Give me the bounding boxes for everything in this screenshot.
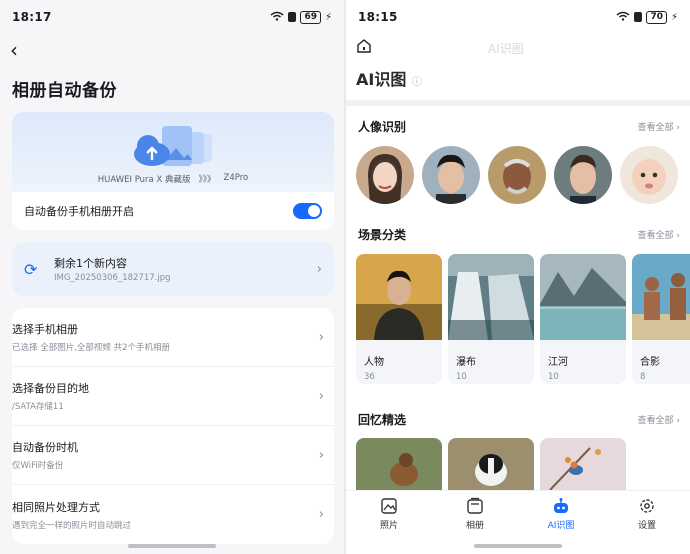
wifi-icon (616, 10, 630, 24)
scene-thumbnail (632, 254, 690, 340)
chevron-right-icon: › (318, 388, 324, 404)
person-avatar[interactable] (620, 146, 678, 204)
memory-card[interactable] (356, 438, 442, 490)
backup-timing-row[interactable]: 自动备份时机 仅WiFi时备份 › (12, 426, 334, 485)
wifi-icon (270, 10, 284, 24)
scenes-section-header: 场景分类 查看全部 › (358, 226, 680, 243)
scene-thumbnail (540, 254, 626, 340)
tab-settings[interactable]: 设置 (604, 491, 690, 554)
status-bar: 18:15 70 ⚡ (346, 0, 690, 34)
status-bar: 18:17 69 ⚡ (0, 0, 344, 34)
person-avatar[interactable] (488, 146, 546, 204)
scene-card-people[interactable]: 人物 36 (356, 254, 442, 384)
auto-backup-label: 自动备份手机相册开启 (24, 205, 134, 218)
scenes-see-all-link[interactable]: 查看全部 › (638, 228, 680, 241)
section-title: 人像识别 (358, 120, 407, 134)
chevron-right-icon: › (318, 507, 324, 522)
chevron-right-icon: › (316, 261, 322, 277)
ai-recognition-screen: 18:15 70 ⚡ AI识图 AI识图 ⓘ 人像识别 查看全部 › 场景分类 … (346, 0, 690, 554)
pending-sync-card[interactable]: ⟳ 剩余1个新内容 IMG_20250306_182717.jpg › (12, 242, 334, 296)
backup-destination-row[interactable]: 选择备份目的地/SATA存储11 › (12, 367, 334, 426)
home-icon[interactable] (356, 38, 372, 54)
charging-icon: ⚡ (670, 11, 678, 23)
back-button[interactable]: ‹ (10, 38, 18, 62)
scene-row: 人物 36 瀑布 10 江河 10 合影 8 (356, 254, 690, 384)
chevron-right-icon: › (318, 447, 324, 463)
pending-count: 剩余1个新内容 (54, 257, 127, 270)
cloud-photos-icon (134, 126, 212, 166)
target-device: Z4Pro (223, 173, 249, 183)
notification-icon (288, 12, 297, 22)
page-title: 相册自动备份 (12, 81, 117, 101)
battery-level: 69 (300, 10, 321, 24)
source-device: HUAWEI Pura X 典藏版 (97, 175, 191, 185)
people-see-all-link[interactable]: 查看全部 › (638, 120, 680, 133)
section-title: 场景分类 (358, 228, 407, 242)
scene-thumbnail (448, 254, 534, 340)
section-title: 回忆精选 (358, 413, 407, 427)
charging-icon: ⚡ (324, 11, 332, 23)
people-section-header: 人像识别 查看全部 › (358, 118, 680, 135)
robot-icon (554, 498, 568, 513)
help-icon[interactable]: ⓘ (412, 77, 422, 88)
memory-card[interactable] (448, 438, 534, 490)
scene-card-group-photo[interactable]: 合影 8 (632, 254, 690, 384)
collapsed-title: AI识图 (488, 42, 524, 56)
select-albums-row[interactable]: 选择手机相册 已选择 全部图片,全部视频 共2个手机相册 › (12, 308, 334, 367)
battery-level: 70 (646, 10, 667, 24)
page-title: AI识图 (356, 70, 407, 89)
scene-thumbnail (356, 254, 442, 340)
people-row (356, 146, 678, 204)
memories-row (356, 438, 626, 490)
person-avatar[interactable] (422, 146, 480, 204)
home-indicator[interactable] (128, 544, 216, 548)
duplicate-handling-row[interactable]: 相同照片处理方式 遇到完全一样的照片时自动跳过 › (12, 485, 334, 544)
person-avatar[interactable] (554, 146, 612, 204)
photo-icon (381, 498, 397, 514)
scene-card-waterfall[interactable]: 瀑布 10 (448, 254, 534, 384)
memories-section-header: 回忆精选 查看全部 › (358, 411, 680, 428)
transfer-arrows: 》》》 (198, 175, 216, 185)
pending-file: IMG_20250306_182717.jpg (54, 273, 171, 283)
album-icon (467, 497, 483, 514)
tab-photos[interactable]: 照片 (346, 491, 432, 554)
sync-icon: ⟳ (24, 259, 38, 279)
auto-backup-row: 自动备份手机相册开启 (12, 192, 334, 230)
backup-hero-card: HUAWEI Pura X 典藏版 》》》 Z4Pro 自动备份手机相册开启 (12, 112, 334, 230)
memory-card[interactable] (540, 438, 626, 490)
scene-card-river[interactable]: 江河 10 (540, 254, 626, 384)
status-time: 18:15 (358, 10, 398, 24)
memories-see-all-link[interactable]: 查看全部 › (638, 413, 680, 426)
auto-backup-toggle[interactable] (293, 203, 322, 219)
chevron-right-icon: › (318, 329, 324, 345)
person-avatar[interactable] (356, 146, 414, 204)
settings-icon (640, 499, 654, 513)
status-time: 18:17 (12, 10, 52, 24)
home-indicator[interactable] (474, 544, 562, 548)
backup-settings-list: 选择手机相册 已选择 全部图片,全部视频 共2个手机相册 › 选择备份目的地/SA… (12, 308, 334, 544)
backup-screen: 18:17 69 ⚡ ‹ 相册自动备份 HUAWEI Pura X 典藏版 》》… (0, 0, 344, 554)
notification-icon (634, 12, 643, 22)
